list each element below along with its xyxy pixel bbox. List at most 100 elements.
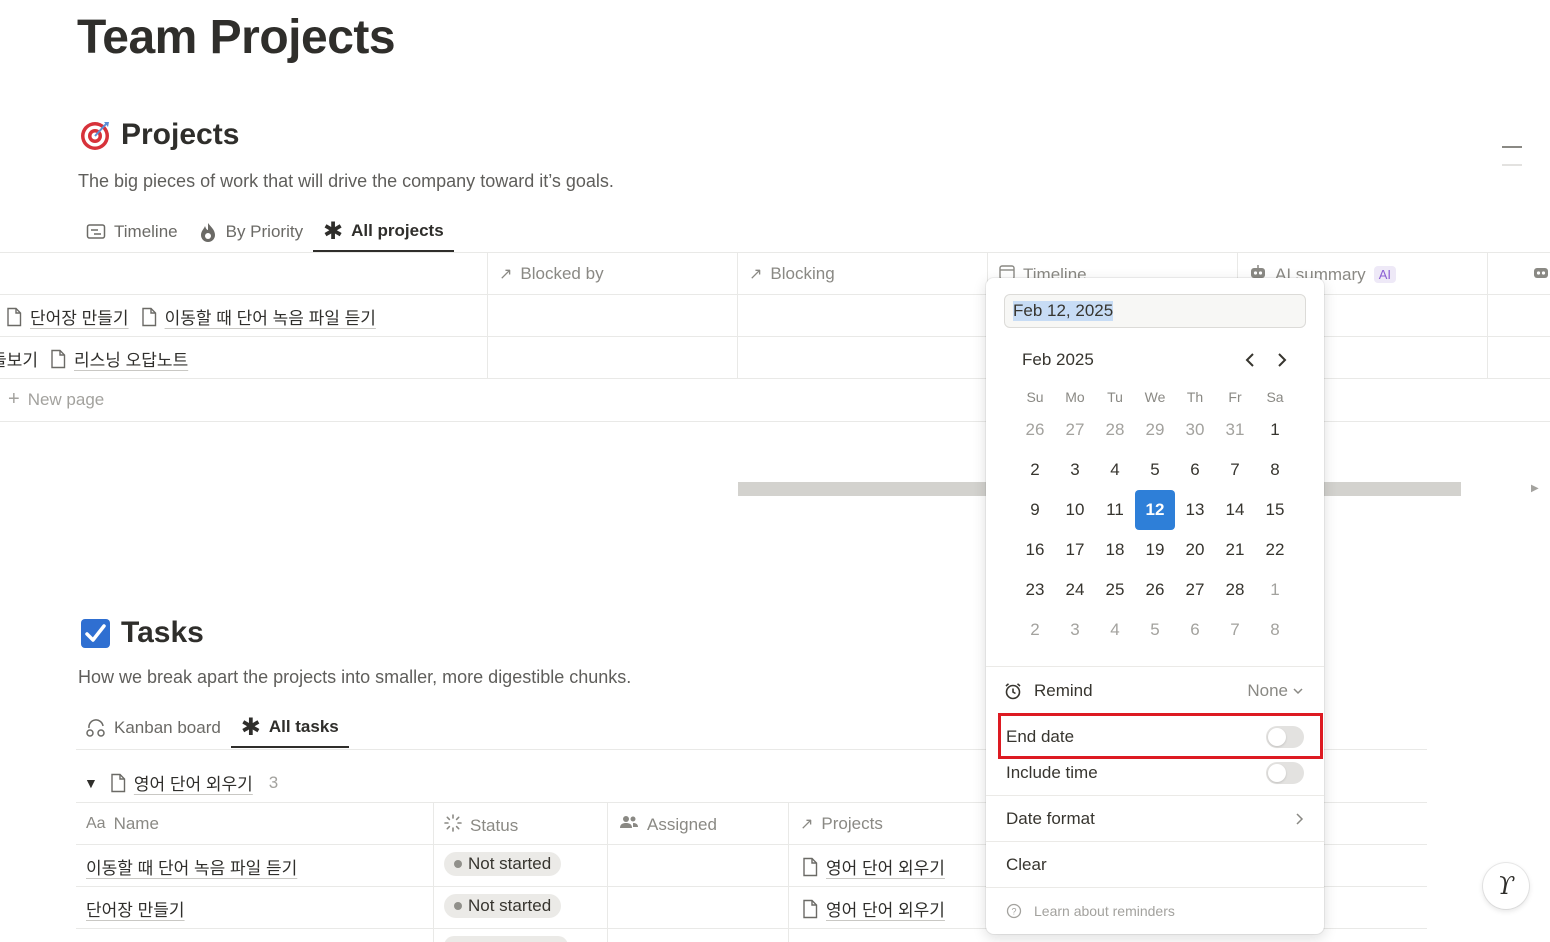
calendar-day[interactable]: 15 bbox=[1255, 490, 1295, 530]
calendar-day[interactable]: 4 bbox=[1095, 610, 1135, 650]
calendar-day[interactable]: 26 bbox=[1135, 570, 1175, 610]
column-header-name[interactable]: Aa Name bbox=[86, 814, 159, 834]
group-count: 3 bbox=[268, 772, 279, 792]
task-project: 영어 단어 외우기 bbox=[802, 896, 945, 921]
calendar-day[interactable]: 9 bbox=[1015, 490, 1055, 530]
column-label: Blocking bbox=[770, 264, 835, 283]
task-name[interactable]: 이동할 때 단어 녹음 파일 듣기 bbox=[86, 854, 297, 879]
calendar-day[interactable]: 4 bbox=[1095, 450, 1135, 490]
project-row: 단어장 만들기 이동할 때 단어 녹음 파일 듣기 bbox=[6, 304, 376, 329]
help-button[interactable]: ϒ bbox=[1483, 863, 1529, 909]
status-badge-partial bbox=[444, 936, 568, 942]
tab-all-tasks[interactable]: ✱ All tasks bbox=[230, 708, 349, 748]
column-header-status[interactable]: Status bbox=[444, 814, 518, 837]
calendar-day[interactable]: 7 bbox=[1215, 610, 1255, 650]
calendar-day[interactable]: 23 bbox=[1015, 570, 1055, 610]
end-date-row[interactable]: End date bbox=[986, 722, 1324, 752]
calendar-day[interactable]: 31 bbox=[1215, 410, 1255, 450]
page-link[interactable]: 들보기 bbox=[0, 346, 38, 370]
calendar-day[interactable]: 13 bbox=[1175, 490, 1215, 530]
calendar-day[interactable]: 28 bbox=[1215, 570, 1255, 610]
calendar-day[interactable]: 12 bbox=[1135, 490, 1175, 530]
status-badge[interactable]: Not started bbox=[444, 852, 562, 876]
page-icon bbox=[50, 349, 68, 369]
calendar-day[interactable]: 5 bbox=[1135, 610, 1175, 650]
tab-label: All projects bbox=[351, 221, 444, 240]
column-header-blocked-by[interactable]: ↗ Blocked by bbox=[499, 264, 604, 284]
svg-text:?: ? bbox=[1011, 907, 1016, 917]
tab-all-projects[interactable]: ✱ All projects bbox=[313, 212, 454, 252]
task-name[interactable]: 단어장 만들기 bbox=[86, 896, 185, 921]
triangle-down-icon[interactable]: ▼ bbox=[84, 775, 98, 791]
calendar-day[interactable]: 27 bbox=[1175, 570, 1215, 610]
new-page-button[interactable]: + New page bbox=[8, 388, 104, 411]
calendar-day[interactable]: 14 bbox=[1215, 490, 1255, 530]
calendar-day[interactable]: 1 bbox=[1255, 410, 1295, 450]
chevron-right-icon[interactable]: ▶ bbox=[1531, 483, 1539, 494]
calendar-day[interactable]: 6 bbox=[1175, 610, 1215, 650]
calendar-day[interactable]: 26 bbox=[1015, 410, 1055, 450]
calendar-day[interactable]: 2 bbox=[1015, 610, 1055, 650]
calendar-day[interactable]: 16 bbox=[1015, 530, 1055, 570]
clear-row[interactable]: Clear bbox=[986, 850, 1324, 880]
page-link[interactable]: 단어장 만들기 bbox=[30, 304, 129, 329]
remind-row[interactable]: Remind None bbox=[986, 676, 1324, 706]
task-name-link[interactable]: 이동할 때 단어 녹음 파일 듣기 bbox=[86, 854, 297, 879]
tasks-description: How we break apart the projects into sma… bbox=[78, 667, 632, 687]
project-link[interactable]: 영어 단어 외우기 bbox=[826, 854, 945, 879]
calendar-day[interactable]: 28 bbox=[1095, 410, 1135, 450]
calendar-day[interactable]: 25 bbox=[1095, 570, 1135, 610]
calendar-day[interactable]: 7 bbox=[1215, 450, 1255, 490]
tab-kanban-board[interactable]: Kanban board bbox=[76, 708, 231, 748]
arrow-up-right-icon: ↗ bbox=[749, 266, 763, 283]
end-date-toggle[interactable] bbox=[1266, 726, 1304, 748]
prev-month-button[interactable] bbox=[1240, 350, 1260, 370]
weekday-label: Sa bbox=[1266, 389, 1284, 405]
calendar-day[interactable]: 27 bbox=[1055, 410, 1095, 450]
calendar-day[interactable]: 18 bbox=[1095, 530, 1135, 570]
calendar-day[interactable]: 8 bbox=[1255, 610, 1295, 650]
project-link[interactable]: 영어 단어 외우기 bbox=[826, 896, 945, 921]
calendar-day[interactable]: 20 bbox=[1175, 530, 1215, 570]
calendar-day[interactable]: 1 bbox=[1255, 570, 1295, 610]
calendar-day[interactable]: 8 bbox=[1255, 450, 1295, 490]
calendar-day[interactable]: 17 bbox=[1055, 530, 1095, 570]
date-input[interactable]: Feb 12, 2025 bbox=[1004, 294, 1306, 328]
timeline-icon bbox=[86, 222, 106, 242]
learn-reminders-link[interactable]: ? Learn about reminders bbox=[986, 900, 1324, 922]
task-name-link[interactable]: 단어장 만들기 bbox=[86, 896, 185, 921]
include-time-toggle[interactable] bbox=[1266, 762, 1304, 784]
calendar-day[interactable]: 6 bbox=[1175, 450, 1215, 490]
status-badge[interactable]: Not started bbox=[444, 894, 562, 918]
calendar-day[interactable]: 11 bbox=[1095, 490, 1135, 530]
page-link[interactable]: 리스닝 오답노트 bbox=[74, 346, 188, 371]
ai-badge: AI bbox=[1373, 266, 1396, 283]
include-time-label: Include time bbox=[1006, 763, 1098, 782]
column-header-projects[interactable]: ↗ Projects bbox=[800, 814, 883, 834]
weekday-label: Mo bbox=[1065, 389, 1085, 405]
date-format-row[interactable]: Date format bbox=[986, 804, 1324, 834]
page-link[interactable]: 이동할 때 단어 녹음 파일 듣기 bbox=[165, 304, 376, 329]
group-header[interactable]: ▼ 영어 단어 외우기 3 bbox=[84, 770, 278, 795]
weekday-label: Tu bbox=[1107, 389, 1123, 405]
calendar-day[interactable]: 19 bbox=[1135, 530, 1175, 570]
calendar-day[interactable]: 10 bbox=[1055, 490, 1095, 530]
tab-timeline[interactable]: Timeline bbox=[76, 212, 188, 252]
include-time-row[interactable]: Include time bbox=[986, 758, 1324, 788]
collapse-icon[interactable] bbox=[1502, 146, 1522, 168]
next-month-button[interactable] bbox=[1272, 350, 1292, 370]
calendar-day[interactable]: 5 bbox=[1135, 450, 1175, 490]
calendar-day[interactable]: 29 bbox=[1135, 410, 1175, 450]
calendar-day[interactable]: 3 bbox=[1055, 450, 1095, 490]
calendar-day[interactable]: 2 bbox=[1015, 450, 1055, 490]
column-header-blocking[interactable]: ↗ Blocking bbox=[749, 264, 835, 284]
calendar-day[interactable]: 21 bbox=[1215, 530, 1255, 570]
column-header-assigned[interactable]: Assigned bbox=[619, 814, 717, 835]
calendar-day[interactable]: 24 bbox=[1055, 570, 1095, 610]
group-label[interactable]: 영어 단어 외우기 bbox=[134, 770, 253, 795]
calendar-day[interactable]: 30 bbox=[1175, 410, 1215, 450]
tab-by-priority[interactable]: By Priority bbox=[188, 212, 313, 252]
calendar-day[interactable]: 22 bbox=[1255, 530, 1295, 570]
calendar-day[interactable]: 3 bbox=[1055, 610, 1095, 650]
chevron-right-icon bbox=[1278, 353, 1287, 367]
